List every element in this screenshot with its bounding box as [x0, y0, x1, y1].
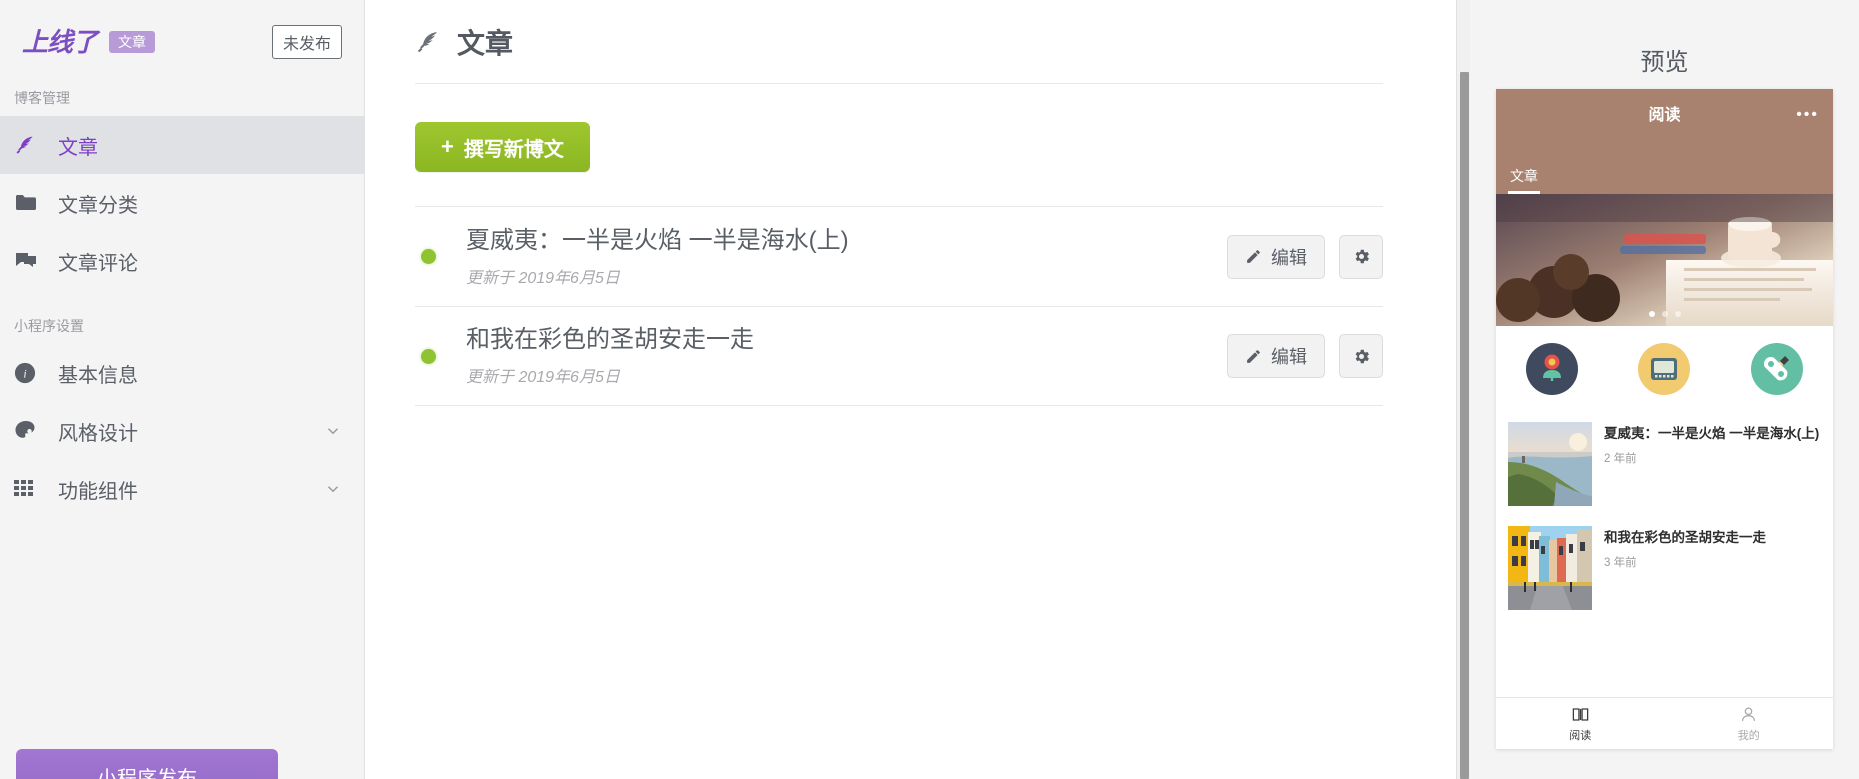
folder-icon	[14, 191, 44, 215]
phone-navbar: 阅读 •••	[1496, 89, 1833, 152]
banner-image	[1496, 194, 1833, 326]
phone-banner[interactable]	[1496, 194, 1833, 326]
nav-group-title-miniprogram: 小程序设置	[14, 318, 84, 334]
scrollbar-thumb[interactable]	[1460, 72, 1469, 779]
list-item[interactable]: 夏威夷：一半是火焰 一半是海水(上) 2 年前	[1496, 412, 1833, 516]
sidebar-item-label: 功能组件	[58, 480, 138, 503]
page-scrollbar[interactable]	[1456, 0, 1470, 779]
list-item[interactable]: 和我在彩色的圣胡安走一走 3 年前	[1496, 516, 1833, 620]
phone-post-title: 夏威夷：一半是火焰 一半是海水(上)	[1604, 426, 1820, 441]
tv-icon[interactable]	[1638, 343, 1691, 395]
table-row[interactable]: 和我在彩色的圣胡安走一走 更新于 2019年6月5日 编辑	[415, 306, 1383, 406]
sidebar-item-label: 文章	[58, 136, 98, 159]
carousel-dot[interactable]	[1674, 311, 1681, 317]
edit-button-label: 编辑	[1271, 247, 1307, 268]
pencil-icon	[1247, 349, 1260, 363]
sidebar-header: 上线了 文章 未发布	[0, 0, 364, 62]
tabbar-item-mine[interactable]: 我的	[1665, 698, 1834, 749]
preview-title: 预览	[1640, 49, 1689, 76]
post-list: 夏威夷：一半是火焰 一半是海水(上) 更新于 2019年6月5日 编辑 和我在彩…	[415, 206, 1383, 406]
phone-post-title: 和我在彩色的圣胡安走一走	[1604, 530, 1766, 545]
phone-post-time: 2 年前	[1604, 452, 1637, 465]
sidebar-item-style-design[interactable]: 风格设计	[0, 402, 364, 460]
pencil-icon	[1247, 250, 1260, 263]
plus-icon: +	[441, 134, 454, 159]
phone-nav-title: 阅读	[1648, 107, 1681, 124]
carousel-dots[interactable]	[1496, 311, 1833, 317]
feather-icon	[14, 133, 44, 157]
sidebar-item-label: 基本信息	[58, 364, 138, 387]
page-title: 文章	[457, 27, 514, 59]
publish-status-button[interactable]: 未发布	[271, 25, 342, 59]
chevron-down-icon[interactable]	[324, 422, 342, 440]
coastline-thumb	[1508, 422, 1592, 506]
chevron-down-icon[interactable]	[324, 480, 342, 498]
info-circle-icon: i	[14, 361, 44, 385]
status-badge	[421, 348, 436, 364]
person-icon	[1742, 707, 1756, 721]
flower-icon[interactable]	[1526, 343, 1579, 395]
post-title[interactable]: 和我在彩色的圣胡安走一走	[466, 325, 1227, 355]
settings-button[interactable]	[1339, 334, 1383, 378]
more-icon[interactable]: •••	[1796, 107, 1819, 123]
row-actions: 编辑	[1227, 234, 1383, 279]
row-actions: 编辑	[1227, 334, 1383, 378]
sidebar-item-posts[interactable]: 文章	[0, 116, 364, 174]
sidebar-item-comments[interactable]: 文章评论	[0, 232, 364, 290]
app-root: 上线了 文章 未发布 博客管理 文章 文章分类 文章评论 小程序设置 i 基本信…	[0, 0, 1859, 779]
post-title[interactable]: 夏威夷：一半是火焰 一半是海水(上)	[466, 226, 1227, 256]
phone-tab-posts[interactable]: 文章	[1508, 166, 1540, 194]
post-info: 和我在彩色的圣胡安走一走 更新于 2019年6月5日	[466, 325, 1227, 387]
new-post-button[interactable]: + 撰写新博文	[415, 122, 590, 172]
table-row[interactable]: 夏威夷：一半是火焰 一半是海水(上) 更新于 2019年6月5日 编辑	[415, 206, 1383, 306]
preview-panel: 预览 阅读 ••• 文章 夏威夷：一半是火焰 一半是海水(上) 2 年前 和我在…	[1470, 0, 1859, 779]
tabbar-label: 阅读	[1569, 729, 1592, 742]
phone-shortcuts	[1496, 326, 1833, 412]
post-info: 夏威夷：一半是火焰 一半是海水(上) 更新于 2019年6月5日	[466, 226, 1227, 288]
brand-logo[interactable]: 上线了	[22, 29, 98, 55]
nav-group-title-blog: 博客管理	[14, 90, 70, 106]
publish-miniprogram-button[interactable]: 小程序发布	[16, 749, 278, 779]
main-content: 文章 + 撰写新博文 夏威夷：一半是火焰 一半是海水(上) 更新于 2019年6…	[365, 0, 1470, 779]
palette-icon	[14, 419, 44, 443]
edit-button-label: 编辑	[1271, 347, 1307, 367]
sidebar: 上线了 文章 未发布 博客管理 文章 文章分类 文章评论 小程序设置 i 基本信…	[0, 0, 365, 779]
new-post-button-label: 撰写新博文	[463, 138, 564, 161]
phone-post-time: 3 年前	[1604, 556, 1637, 569]
sidebar-item-basic-info[interactable]: i 基本信息	[0, 344, 364, 402]
main-inner: 文章 + 撰写新博文 夏威夷：一半是火焰 一半是海水(上) 更新于 2019年6…	[365, 0, 1465, 406]
colorful-street-thumb	[1508, 526, 1592, 610]
phone-preview: 阅读 ••• 文章 夏威夷：一半是火焰 一半是海水(上) 2 年前 和我在彩色的…	[1496, 89, 1833, 749]
grid-icon	[14, 477, 44, 501]
list-item-text: 夏威夷：一半是火焰 一半是海水(上) 2 年前	[1604, 422, 1821, 506]
sidebar-item-components[interactable]: 功能组件	[0, 460, 364, 518]
edit-button[interactable]: 编辑	[1227, 234, 1325, 279]
tabbar-label: 我的	[1737, 729, 1760, 742]
tabbar-item-read[interactable]: 阅读	[1496, 698, 1665, 749]
brand-tag: 文章	[109, 30, 156, 54]
phone-tabs: 文章	[1496, 152, 1833, 194]
phone-post-list: 夏威夷：一半是火焰 一半是海水(上) 2 年前 和我在彩色的圣胡安走一走 3 年…	[1496, 412, 1833, 697]
settings-button[interactable]	[1339, 234, 1383, 279]
status-badge	[421, 249, 436, 264]
carousel-dot[interactable]	[1648, 311, 1655, 317]
page-header: 文章	[415, 0, 1383, 84]
book-icon	[1572, 707, 1589, 721]
sidebar-item-label: 文章评论	[58, 252, 138, 275]
tools-icon[interactable]	[1750, 343, 1803, 395]
comments-icon	[14, 249, 44, 273]
sidebar-item-label: 风格设计	[58, 422, 138, 445]
gear-icon	[1355, 349, 1369, 363]
post-date: 更新于 2019年6月5日	[466, 269, 620, 287]
edit-button[interactable]: 编辑	[1227, 334, 1325, 378]
phone-tabbar: 阅读 我的	[1496, 697, 1833, 749]
sidebar-item-label: 文章分类	[58, 194, 138, 217]
post-date: 更新于 2019年6月5日	[466, 369, 620, 386]
carousel-dot[interactable]	[1661, 311, 1668, 317]
svg-text:i: i	[23, 367, 26, 381]
gear-icon	[1355, 249, 1369, 264]
sidebar-item-categories[interactable]: 文章分类	[0, 174, 364, 232]
list-item-text: 和我在彩色的圣胡安走一走 3 年前	[1604, 526, 1821, 610]
feather-icon	[415, 29, 449, 55]
